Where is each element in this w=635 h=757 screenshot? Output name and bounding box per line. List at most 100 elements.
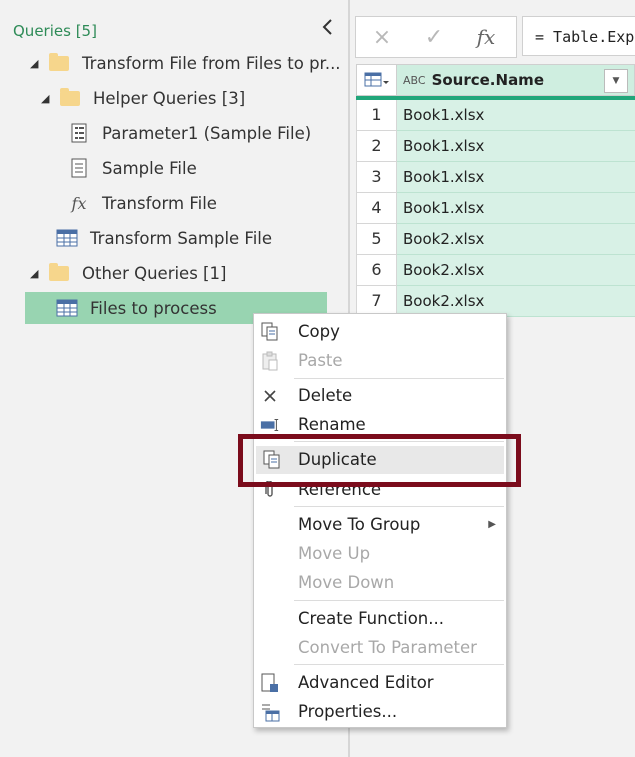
menu-item-copy[interactable]: Copy xyxy=(254,318,506,346)
table-row[interactable]: 2 Book1.xlsx xyxy=(356,131,635,162)
table-icon xyxy=(56,227,78,249)
table-menu-button[interactable] xyxy=(356,64,397,96)
tree-item-sample-file[interactable]: Sample File xyxy=(68,152,197,184)
row-number[interactable]: 2 xyxy=(356,131,397,162)
row-number[interactable]: 5 xyxy=(356,224,397,255)
tree-folder-other-queries[interactable]: ◢ Other Queries [1] xyxy=(30,257,226,289)
formula-input[interactable]: = Table.ExpandTableColumn(#"Filtered Hid… xyxy=(522,16,635,56)
menu-item-delete[interactable]: Delete xyxy=(254,382,506,410)
column-filter-dropdown-button[interactable]: ▼ xyxy=(604,69,628,93)
fx-icon: fx xyxy=(71,193,87,213)
menu-item-label: Convert To Parameter xyxy=(298,638,477,657)
grid-header-row: ABC Source.Name ▼ xyxy=(356,64,635,100)
table-cell[interactable]: Book1.xlsx xyxy=(397,100,635,131)
chevron-left-icon xyxy=(322,19,332,35)
submenu-arrow-icon: ▶ xyxy=(488,519,496,530)
expand-arrow-icon[interactable]: ◢ xyxy=(30,267,40,280)
menu-item-move-down[interactable]: Move Down xyxy=(254,569,506,597)
expand-arrow-icon[interactable]: ◢ xyxy=(41,92,51,105)
tree-item-label: Transform File xyxy=(102,193,217,213)
tree-item-label: Other Queries [1] xyxy=(82,263,227,283)
table-cell[interactable]: Book1.xlsx xyxy=(397,131,635,162)
table-row[interactable]: 1 Book1.xlsx xyxy=(356,100,635,131)
menu-item-rename[interactable]: Rename xyxy=(254,411,506,439)
queries-header: Queries [5] xyxy=(13,22,97,40)
tree-item-label: Files to process xyxy=(90,298,217,318)
row-number[interactable]: 3 xyxy=(356,162,397,193)
duplicate-icon xyxy=(262,450,282,470)
chevron-down-icon: ▼ xyxy=(612,76,620,86)
tree-item-label: Helper Queries [3] xyxy=(93,88,246,108)
table-cell[interactable]: Book2.xlsx xyxy=(397,255,635,286)
properties-icon xyxy=(260,702,280,722)
column-header-source-name[interactable]: ABC Source.Name ▼ xyxy=(397,64,635,96)
collapse-pane-button[interactable] xyxy=(321,18,333,40)
menu-item-create-function[interactable]: Create Function... xyxy=(254,605,506,633)
table-icon xyxy=(56,297,78,319)
folder-icon xyxy=(48,52,70,74)
menu-item-advanced-editor[interactable]: Advanced Editor xyxy=(254,669,506,697)
data-preview-grid: ABC Source.Name ▼ 1 Book1.xlsx 2 Book1.xlsx… xyxy=(356,64,635,317)
row-number[interactable]: 4 xyxy=(356,193,397,224)
paperclip-icon xyxy=(260,480,280,500)
tree-item-label: Transform Sample File xyxy=(90,228,273,248)
cancel-formula-button[interactable]: × xyxy=(356,25,408,50)
table-row[interactable]: 4 Book1.xlsx xyxy=(356,193,635,224)
document-icon xyxy=(68,157,90,179)
menu-item-label: Delete xyxy=(298,386,353,405)
table-cell[interactable]: Book2.xlsx xyxy=(397,224,635,255)
menu-item-duplicate[interactable]: Duplicate xyxy=(256,446,504,474)
table-row[interactable]: 5 Book2.xlsx xyxy=(356,224,635,255)
menu-item-label: Move To Group xyxy=(298,515,421,534)
row-number[interactable]: 1 xyxy=(356,100,397,131)
folder-icon xyxy=(59,87,81,109)
menu-item-properties[interactable]: Properties... xyxy=(254,698,506,726)
table-row[interactable]: 6 Book2.xlsx xyxy=(356,255,635,286)
menu-item-label: Advanced Editor xyxy=(298,673,434,692)
row-number[interactable]: 6 xyxy=(356,255,397,286)
menu-item-label: Rename xyxy=(298,415,366,434)
menu-item-paste[interactable]: Paste xyxy=(254,347,506,375)
menu-item-label: Create Function... xyxy=(298,609,444,628)
tree-item-label: Sample File xyxy=(102,158,197,178)
menu-item-label: Move Down xyxy=(298,573,395,592)
copy-icon xyxy=(260,322,280,342)
menu-item-convert-to-parameter[interactable]: Convert To Parameter xyxy=(254,634,506,662)
table-cell[interactable]: Book1.xlsx xyxy=(397,193,635,224)
menu-item-move-up[interactable]: Move Up xyxy=(254,540,506,568)
close-icon xyxy=(260,386,280,406)
context-menu: Copy Paste Delete Rename Duplicate Refer… xyxy=(253,313,507,728)
menu-item-move-to-group[interactable]: Move To Group ▶ xyxy=(254,511,506,539)
folder-icon xyxy=(48,262,70,284)
menu-item-label: Copy xyxy=(298,322,340,341)
menu-item-reference[interactable]: Reference xyxy=(254,476,506,504)
table-row[interactable]: 3 Book1.xlsx xyxy=(356,162,635,193)
rename-icon xyxy=(260,415,280,435)
parameter-icon xyxy=(68,122,90,144)
advanced-editor-icon xyxy=(260,673,280,693)
menu-item-label: Paste xyxy=(298,351,343,370)
menu-separator xyxy=(294,664,504,665)
text-type-icon[interactable]: ABC xyxy=(403,74,426,87)
table-cell[interactable]: Book1.xlsx xyxy=(397,162,635,193)
menu-separator xyxy=(294,378,504,379)
commit-formula-button[interactable]: ✓ xyxy=(408,25,460,50)
menu-item-label: Reference xyxy=(298,480,382,499)
menu-separator xyxy=(294,441,504,442)
tree-item-label: Transform File from Files to pr... xyxy=(82,53,341,73)
menu-separator xyxy=(294,600,504,601)
tree-item-parameter1[interactable]: Parameter1 (Sample File) xyxy=(68,117,311,149)
tree-item-transform-file[interactable]: fx Transform File xyxy=(68,187,217,219)
column-header-label: Source.Name xyxy=(431,71,544,89)
menu-item-label: Properties... xyxy=(298,702,398,721)
expand-arrow-icon[interactable]: ◢ xyxy=(30,57,40,70)
menu-item-label: Duplicate xyxy=(298,450,377,469)
tree-folder-transform-file[interactable]: ◢ Transform File from Files to pr... xyxy=(30,47,341,79)
insert-function-button[interactable]: fx xyxy=(460,25,512,49)
tree-item-transform-sample-file[interactable]: Transform Sample File xyxy=(56,222,272,254)
paste-icon xyxy=(260,351,280,371)
tree-folder-helper-queries[interactable]: ◢ Helper Queries [3] xyxy=(41,82,245,114)
tree-item-label: Parameter1 (Sample File) xyxy=(102,123,312,143)
formula-bar-buttons: × ✓ fx xyxy=(355,16,517,58)
menu-separator xyxy=(294,506,504,507)
